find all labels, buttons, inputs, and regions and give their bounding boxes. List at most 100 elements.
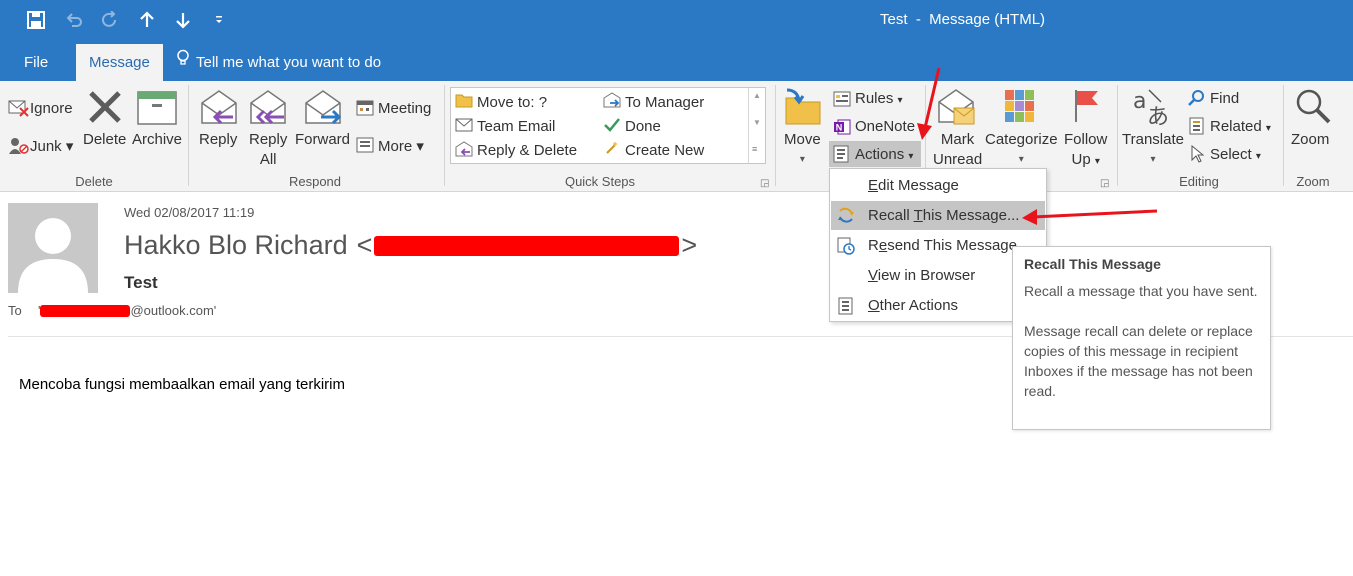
other-actions-icon [837,296,855,315]
follow-up-button[interactable]: Follow Up ▾ [1064,130,1107,172]
junk-button[interactable]: Junk ▾ [30,137,73,155]
reply-all-icon [248,89,288,132]
recall-tooltip: Recall This Message Recall a message tha… [1012,246,1271,430]
quick-steps-scroll[interactable]: ▲ ▼ ≡ [748,88,765,163]
reply-button[interactable]: Reply [199,130,237,150]
select-button[interactable]: Select ▾ [1210,146,1261,163]
move-button[interactable]: Move ▾ [784,130,821,170]
delete-button[interactable]: Delete [83,130,126,150]
chevron-down-icon: ▾ [799,154,805,165]
quick-steps-launcher-icon[interactable]: ◲ [760,178,769,189]
ribbon: Ignore Junk ▾ Delete Archive Delete Repl… [0,81,1353,192]
group-separator [1283,85,1284,186]
follow-up-label-line2: Up ▾ [1071,151,1100,168]
redacted-email [374,235,680,256]
save-icon[interactable] [24,9,48,31]
redo-icon[interactable] [98,9,122,31]
meeting-icon [356,99,374,122]
more-respond-icon [356,136,374,159]
sender-bracket-open: < [356,230,373,260]
onenote-button[interactable]: OneNote [855,118,915,135]
quick-steps-gallery: Move to: ? Team Email Reply & Delete To … [450,87,766,164]
categorize-button[interactable]: Categorize ▾ [985,130,1058,170]
annotation-arrow-recall [1032,209,1158,219]
more-respond-button[interactable]: More ▾ [378,137,424,155]
forward-icon [303,89,343,132]
lightbulb-icon [176,44,190,81]
chevron-down-icon: ▾ [1150,154,1156,165]
quick-step-move-to[interactable]: Move to: ? [477,94,547,111]
tab-file[interactable]: File [11,44,61,81]
up-arrow-icon[interactable] [135,9,159,31]
actions-label: Actions ▾ [855,146,914,163]
translate-icon: aあ [1131,86,1173,133]
menu-item-edit-message[interactable]: Edit Message [831,171,1045,200]
quick-step-create-new[interactable]: Create New [625,142,704,159]
quick-step-team-email[interactable]: Team Email [477,118,555,135]
rules-icon [833,90,851,113]
related-button[interactable]: Related ▾ [1210,118,1271,135]
recipient-domain: @outlook.com' [130,303,217,318]
forward-button[interactable]: Forward [295,130,350,150]
reply-delete-icon [455,141,473,162]
reply-icon [199,89,239,132]
translate-label: Translate [1122,131,1184,148]
quick-step-reply-delete[interactable]: Reply & Delete [477,142,577,159]
select-cursor-icon [1190,144,1206,168]
zoom-magnifier-icon [1295,88,1331,131]
meeting-button[interactable]: Meeting [378,100,431,117]
team-email-icon [455,117,473,138]
tooltip-line2: Message recall can delete or replace cop… [1024,323,1253,399]
tooltip-title: Recall This Message [1024,256,1161,272]
mark-unread-button[interactable]: Mark Unread [933,130,982,170]
tooltip-line1: Recall a message that you have sent. [1024,283,1258,299]
tell-me-box[interactable]: Tell me what you want to do [176,44,381,81]
categorize-icon [1004,89,1036,128]
ignore-button[interactable]: Ignore [30,100,73,117]
delete-icon [87,89,123,130]
message-date: Wed 02/08/2017 11:19 [124,205,255,220]
message-subject: Test [124,273,158,292]
title-bar: Test - Message (HTML) [0,0,1353,42]
redacted-recipient [40,304,131,317]
related-icon [1188,117,1206,140]
zoom-button[interactable]: Zoom [1291,130,1329,150]
quick-steps-label: Quick Steps [564,174,636,189]
find-button[interactable]: Find [1210,90,1239,107]
editing-group-label: Editing [1179,174,1219,189]
translate-button[interactable]: Translate ▾ [1122,130,1184,170]
recall-icon [837,206,855,224]
resend-icon [837,236,855,255]
zoom-group-label: Zoom [1296,174,1330,189]
undo-icon[interactable] [62,9,86,31]
delete-group-label: Delete [75,174,113,189]
junk-icon [8,136,30,161]
quick-step-to-manager[interactable]: To Manager [625,94,704,111]
sender-bracket-close: > [681,230,698,260]
done-check-icon [603,117,621,138]
menu-item-recall-this-message[interactable]: Recall This Message... [831,201,1045,230]
tags-launcher-icon[interactable]: ◲ [1100,178,1109,189]
move-label: Move [784,131,821,148]
to-manager-icon [603,92,621,113]
archive-button[interactable]: Archive [132,130,182,150]
onenote-icon: N [833,118,851,141]
categorize-label: Categorize [985,131,1058,148]
reply-all-button[interactable]: Reply All [249,130,287,170]
archive-icon [137,90,177,131]
down-arrow-icon[interactable] [171,9,195,31]
tab-message[interactable]: Message [76,44,163,81]
to-label: To [8,303,22,318]
mark-unread-label-line1: Mark [940,131,975,148]
svg-text:あ: あ [1147,105,1169,128]
follow-up-label-line1: Follow [1064,131,1108,148]
quick-step-done[interactable]: Done [625,118,661,135]
rules-button[interactable]: Rules ▾ [855,90,903,107]
group-separator [775,85,776,186]
message-body: Mencoba fungsi membaalkan email yang ter… [19,376,345,393]
avatar [8,203,98,293]
folder-icon [455,92,473,113]
customize-qat-icon[interactable] [207,9,231,31]
reply-all-label-line1: Reply [249,131,288,148]
group-separator [1117,85,1118,186]
